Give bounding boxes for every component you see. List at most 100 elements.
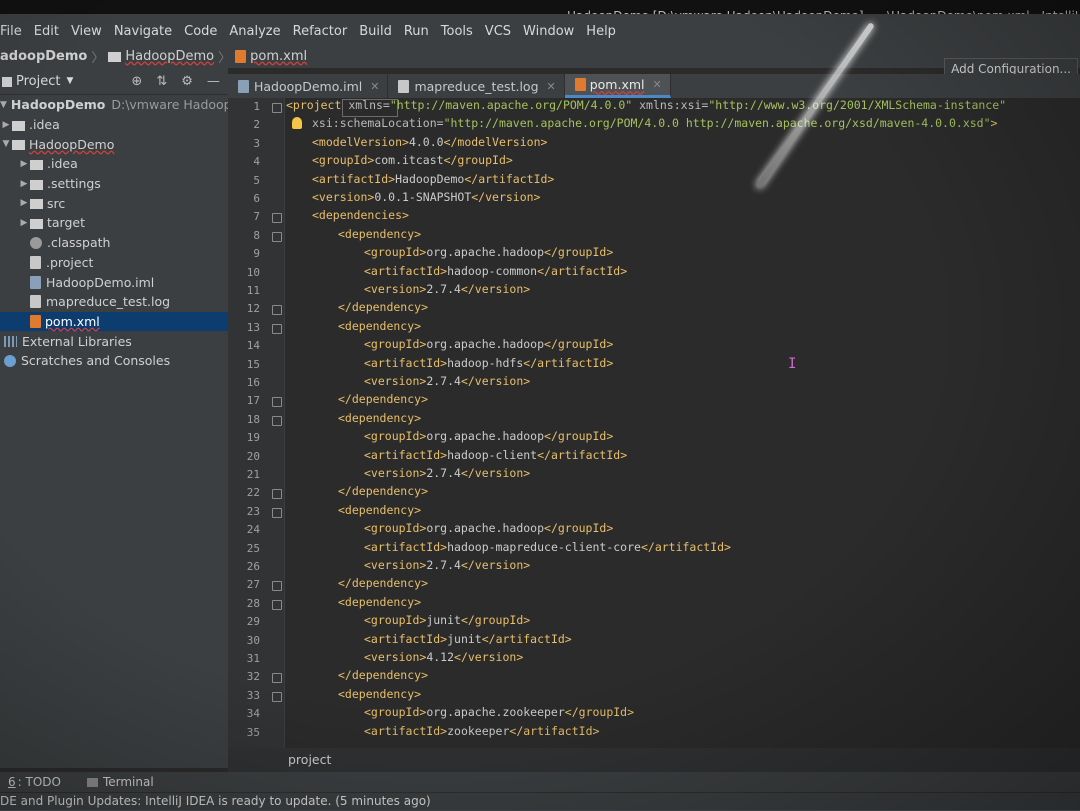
menu-view[interactable]: View	[71, 24, 102, 39]
chevron-right-icon[interactable]: ▶	[18, 198, 30, 208]
menu-tools[interactable]: Tools	[441, 24, 473, 39]
code-line: <version>0.0.1-SNAPSHOT</version>	[312, 190, 541, 204]
line-number: 8	[253, 228, 260, 242]
line-number: 31	[246, 652, 260, 665]
code-line: <groupId>org.apache.hadoop</groupId>	[364, 521, 614, 536]
tree-item-src[interactable]: ▶ src	[0, 193, 228, 213]
gear-icon[interactable]: ⚙	[181, 74, 193, 89]
fold-marker-icon[interactable]	[272, 415, 282, 426]
close-icon[interactable]: ✕	[653, 78, 662, 91]
menu-vcs[interactable]: VCS	[485, 24, 511, 39]
code-line: <artifactId>hadoop-mapreduce-client-core…	[364, 539, 731, 554]
chevron-down-icon[interactable]: ▼	[0, 100, 7, 110]
breadcrumb-root[interactable]: adoopDemo 〉	[0, 47, 108, 66]
menu-build[interactable]: Build	[359, 24, 392, 39]
terminal-tool-button[interactable]: Terminal	[86, 775, 154, 789]
fold-marker-icon[interactable]	[272, 673, 282, 684]
menu-refactor[interactable]: Refactor	[293, 24, 348, 39]
menu-edit[interactable]: Edit	[34, 24, 59, 39]
code-line: <version>4.12</version>	[364, 650, 524, 664]
collapse-all-icon[interactable]: ⇅	[156, 74, 167, 89]
tab-mapreduce-log[interactable]: mapreduce_test.log ✕	[388, 74, 565, 98]
fold-marker-icon[interactable]	[272, 599, 282, 610]
fold-marker-icon[interactable]	[272, 305, 282, 316]
close-icon[interactable]: ✕	[370, 80, 379, 93]
tab-pom-xml[interactable]: pom.xml ✕	[564, 74, 671, 98]
line-number: 14	[246, 339, 260, 353]
tree-item-iml[interactable]: HadoopDemo.iml	[0, 272, 228, 292]
fold-marker-icon[interactable]	[272, 397, 282, 408]
code-line: <groupId>com.itcast</groupId>	[312, 153, 513, 168]
menu-code[interactable]: Code	[184, 24, 217, 39]
tree-item-module[interactable]: ▼ HadoopDemo	[0, 134, 228, 154]
menu-window[interactable]: Window	[523, 24, 574, 39]
fold-marker-icon[interactable]	[272, 103, 282, 113]
line-number: 15	[246, 357, 260, 371]
code-line: <dependency>	[338, 502, 422, 517]
tree-item-target[interactable]: ▶ target	[0, 213, 228, 233]
line-number: 7	[253, 210, 260, 224]
code-line: <dependency>	[338, 594, 422, 609]
chevron-right-icon[interactable]: ▶	[0, 120, 12, 130]
todo-tool-button[interactable]: 6: TODO	[8, 775, 61, 789]
locate-icon[interactable]: ⊕	[131, 74, 142, 89]
code-line: <artifactId>hadoop-common</artifactId>	[364, 263, 628, 278]
code-line: </dependency>	[338, 576, 429, 591]
project-panel-header: Project ▼ ⊕ ⇅ ⚙ —	[0, 68, 228, 95]
fold-marker-icon[interactable]	[272, 691, 282, 702]
tree-item-root[interactable]: ▼ HadoopDemo D:\vmware Hadoop\Ha	[0, 95, 253, 115]
line-number: 18	[246, 412, 260, 426]
menu-run[interactable]: Run	[404, 24, 429, 39]
chevron-down-icon[interactable]: ▼	[0, 139, 12, 149]
library-icon	[4, 335, 17, 347]
code-line: <version>2.7.4</version>	[364, 282, 531, 296]
code-line: <artifactId>junit</artifactId>	[364, 631, 572, 646]
fold-marker-icon[interactable]	[272, 581, 282, 592]
chevron-right-icon[interactable]: ▶	[18, 218, 30, 228]
line-number: 33	[246, 688, 260, 702]
chevron-right-icon[interactable]: ▶	[18, 179, 30, 189]
chevron-down-icon[interactable]: ▼	[66, 76, 73, 86]
code-line: </dependency>	[338, 668, 429, 683]
code-editor[interactable]: 1 2 3 4 5 6 7 8 9 10 11 12 13 14 15 16 17 18 19 20 21 22 23 24 2…	[228, 98, 1080, 748]
menu-help[interactable]: Help	[586, 24, 616, 39]
tree-item-pom[interactable]: pom.xml	[0, 311, 228, 332]
menu-file[interactable]: File	[0, 24, 22, 39]
line-number: 22	[246, 486, 260, 500]
close-icon[interactable]: ✕	[547, 80, 556, 93]
fold-marker-icon[interactable]	[272, 231, 282, 242]
breadcrumb-file[interactable]: pom.xml	[235, 49, 307, 64]
menu-analyze[interactable]: Analyze	[229, 24, 280, 39]
fold-marker-icon[interactable]	[272, 323, 282, 334]
status-bar[interactable]: DE and Plugin Updates: IntelliJ IDEA is …	[0, 792, 1080, 811]
code-line: </dependency>	[338, 392, 429, 407]
breadcrumb-module[interactable]: HadoopDemo 〉	[108, 47, 235, 66]
fold-marker-icon[interactable]	[272, 213, 282, 224]
line-number: 10	[246, 265, 260, 279]
menu-navigate[interactable]: Navigate	[114, 24, 172, 39]
text-file-icon	[30, 295, 41, 309]
tab-hadoopdemo-iml[interactable]: HadoopDemo.iml ✕	[228, 74, 389, 98]
tree-item-project-file[interactable]: .project	[0, 253, 228, 273]
line-number: 35	[246, 725, 260, 739]
tree-item-scratches[interactable]: Scratches and Consoles	[0, 351, 228, 371]
code-line: <version>2.7.4</version>	[364, 466, 531, 480]
fold-marker-icon[interactable]	[272, 489, 282, 500]
tree-item-external-libraries[interactable]: External Libraries	[0, 331, 228, 351]
lightbulb-icon[interactable]	[292, 117, 302, 129]
project-view-selector[interactable]: Project	[16, 74, 60, 89]
code-line: </dependency>	[338, 300, 429, 315]
hide-icon[interactable]: —	[207, 74, 220, 89]
tree-item-classpath[interactable]: .classpath	[0, 233, 228, 253]
tree-item-idea[interactable]: ▶ .idea	[0, 115, 228, 135]
tree-item-settings[interactable]: ▶ .settings	[0, 174, 228, 194]
line-number: 6	[253, 192, 260, 205]
chevron-right-icon[interactable]: ▶	[18, 159, 30, 169]
code-line: <artifactId>zookeeper</artifactId>	[364, 723, 600, 738]
fold-marker-icon[interactable]	[272, 507, 282, 518]
editor-breadcrumb[interactable]: project	[228, 748, 1080, 772]
folder-icon	[12, 120, 25, 131]
tree-item-module-idea[interactable]: ▶ .idea	[0, 154, 228, 174]
tree-item-log[interactable]: mapreduce_test.log	[0, 292, 228, 312]
module-file-icon	[30, 275, 41, 289]
